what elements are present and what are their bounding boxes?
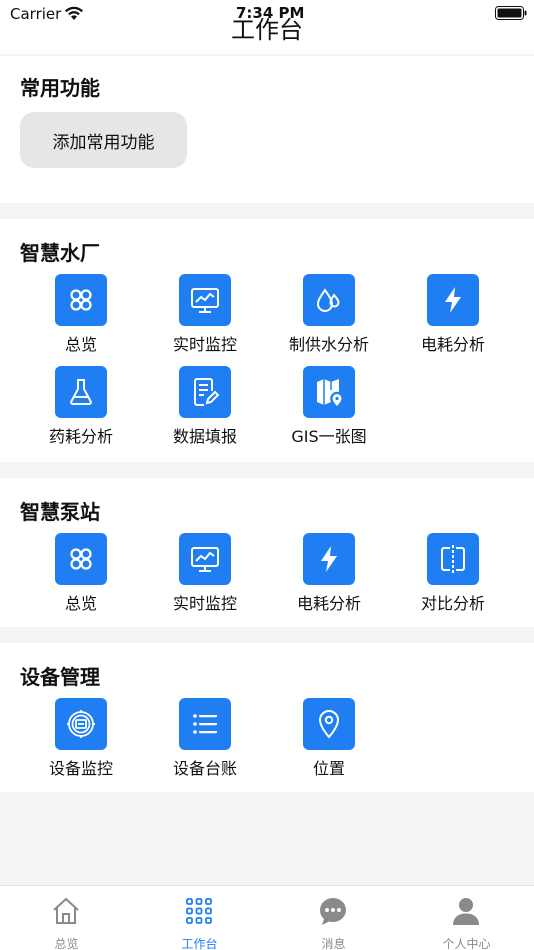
add-common-function-button[interactable]: 添加常用功能 [20, 112, 187, 168]
device-monitor-icon [55, 698, 107, 750]
tab-profile[interactable]: 个人中心 [400, 886, 533, 950]
water-supply-analysis-item[interactable]: 制供水分析 [267, 274, 391, 354]
device-monitor-item[interactable]: 设备监控 [19, 698, 143, 778]
common-functions-section: 常用功能 添加常用功能 [0, 56, 534, 203]
lightning-icon [427, 274, 479, 326]
water-drops-icon [303, 274, 355, 326]
monitor-chart-icon [179, 533, 231, 585]
item-label: 数据填报 [172, 427, 237, 446]
section-title: 智慧水厂 [20, 241, 100, 265]
status-bar: Carrier 7:34 PM 工作台 [0, 0, 534, 54]
tab-messages[interactable]: 消息 [267, 886, 400, 950]
device-management-section: 设备管理 设备监控 设备台账 位置 [0, 643, 534, 792]
tab-label: 个人中心 [442, 937, 491, 950]
grid-overview-icon [55, 533, 107, 585]
list-icon [179, 698, 231, 750]
water-plant-power-analysis-item[interactable]: 电耗分析 [391, 274, 515, 354]
item-label: 电耗分析 [420, 335, 485, 354]
gis-map-item[interactable]: GIS一张图 [267, 366, 391, 446]
pump-realtime-item[interactable]: 实时监控 [143, 533, 267, 613]
pump-station-section: 智慧泵站 总览 实时监控 电耗分析 对比分析 [0, 478, 534, 627]
lightning-icon [303, 533, 355, 585]
item-label: 设备台账 [172, 759, 237, 778]
tab-label: 消息 [321, 937, 346, 950]
map-pin-icon [303, 366, 355, 418]
item-label: 电耗分析 [296, 594, 361, 613]
item-label: 总览 [64, 594, 97, 613]
comparison-analysis-item[interactable]: 对比分析 [391, 533, 515, 613]
location-item[interactable]: 位置 [267, 698, 391, 778]
tab-overview[interactable]: 总览 [0, 886, 133, 950]
item-label: GIS一张图 [291, 427, 367, 446]
pump-power-analysis-item[interactable]: 电耗分析 [267, 533, 391, 613]
compare-icon [427, 533, 479, 585]
pump-overview-item[interactable]: 总览 [19, 533, 143, 613]
home-icon [53, 897, 79, 924]
section-title: 常用功能 [20, 76, 100, 100]
tab-label: 工作台 [181, 937, 218, 950]
data-reporting-item[interactable]: 数据填报 [143, 366, 267, 446]
location-icon [303, 698, 355, 750]
item-label: 药耗分析 [48, 427, 113, 446]
section-title: 智慧泵站 [20, 500, 100, 524]
item-label: 位置 [312, 759, 345, 778]
chemical-analysis-item[interactable]: 药耗分析 [19, 366, 143, 446]
item-label: 实时监控 [172, 594, 237, 613]
page-title: 工作台 [231, 16, 303, 44]
item-label: 设备监控 [48, 759, 113, 778]
section-title: 设备管理 [20, 665, 100, 689]
water-plant-overview-item[interactable]: 总览 [19, 274, 143, 354]
item-label: 对比分析 [420, 594, 485, 613]
grid-overview-icon [55, 274, 107, 326]
message-icon [319, 898, 346, 925]
flask-icon [55, 366, 107, 418]
tab-bar: 总览 工作台 消息 个人中心 [0, 885, 534, 950]
form-edit-icon [179, 366, 231, 418]
apps-grid-icon [186, 898, 212, 924]
tab-label: 总览 [54, 937, 79, 950]
water-plant-section: 智慧水厂 总览 实时监控 制供水分析 电耗分析 药耗分析 数据填报 GIS一张图 [0, 219, 534, 462]
device-ledger-item[interactable]: 设备台账 [143, 698, 267, 778]
item-label: 制供水分析 [288, 335, 369, 354]
item-label: 实时监控 [172, 335, 237, 354]
monitor-chart-icon [179, 274, 231, 326]
water-plant-realtime-item[interactable]: 实时监控 [143, 274, 267, 354]
tab-workbench[interactable]: 工作台 [133, 886, 266, 950]
person-icon [453, 898, 479, 925]
item-label: 总览 [64, 335, 97, 354]
